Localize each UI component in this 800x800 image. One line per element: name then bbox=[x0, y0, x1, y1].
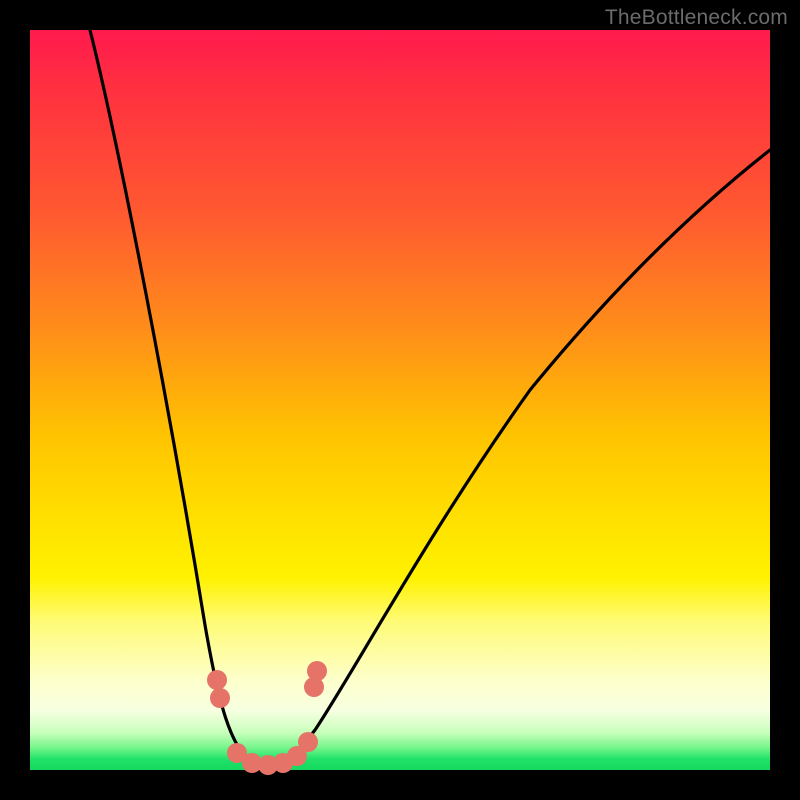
marker-dot bbox=[207, 670, 227, 690]
chart-frame: TheBottleneck.com bbox=[0, 0, 800, 800]
marker-dot bbox=[298, 732, 318, 752]
watermark-text: TheBottleneck.com bbox=[605, 6, 788, 30]
marker-dot bbox=[210, 688, 230, 708]
marker-dot bbox=[307, 661, 327, 681]
chart-svg bbox=[30, 30, 770, 770]
curve-path bbox=[90, 30, 770, 767]
